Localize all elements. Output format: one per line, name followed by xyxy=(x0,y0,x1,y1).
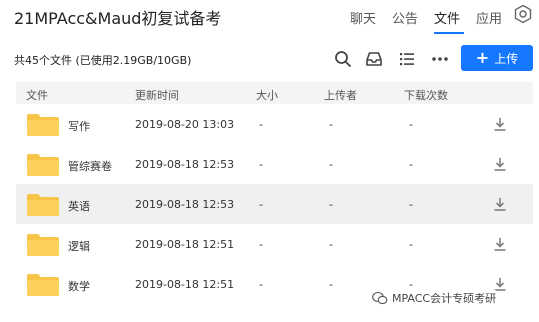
column-header-size[interactable]: 大小 xyxy=(256,87,278,103)
more-icon[interactable] xyxy=(430,49,450,69)
group-title: 21MPAcc&Maud初复试备考 xyxy=(14,9,222,28)
download-icon[interactable] xyxy=(492,196,508,212)
file-name[interactable]: 管综赛卷 xyxy=(68,158,112,174)
download-count: - xyxy=(409,238,413,251)
file-size: - xyxy=(259,118,263,131)
uploader: - xyxy=(329,198,333,211)
updated-time: 2019-08-18 12:51 xyxy=(135,278,235,291)
file-size: - xyxy=(259,238,263,251)
download-icon[interactable] xyxy=(492,116,508,132)
updated-time: 2019-08-18 12:51 xyxy=(135,238,235,251)
inbox-icon[interactable] xyxy=(364,49,384,69)
file-row[interactable]: 逻辑 2019-08-18 12:51 - - - xyxy=(16,224,533,264)
file-toolbar: 共45个文件 (已使用2.19GB/10GB) + 上传 xyxy=(0,44,539,74)
file-size: - xyxy=(259,158,263,171)
download-count: - xyxy=(409,158,413,171)
file-size: - xyxy=(259,198,263,211)
uploader: - xyxy=(329,238,333,251)
download-count: - xyxy=(409,118,413,131)
list-view-icon[interactable] xyxy=(397,49,417,69)
tab-announcement[interactable]: 公告 xyxy=(392,8,418,27)
column-header-downloads[interactable]: 下载次数 xyxy=(404,87,448,103)
search-icon[interactable] xyxy=(333,49,353,69)
watermark: MPACC会计专硕考研 xyxy=(372,290,497,306)
upload-button[interactable]: + 上传 xyxy=(461,45,533,71)
tab-files[interactable]: 文件 xyxy=(434,8,460,27)
download-icon[interactable] xyxy=(492,236,508,252)
uploader: - xyxy=(329,158,333,171)
wechat-icon xyxy=(372,291,388,305)
updated-time: 2019-08-20 13:03 xyxy=(135,118,235,131)
updated-time: 2019-08-18 12:53 xyxy=(135,198,235,211)
active-tab-indicator xyxy=(434,32,464,34)
download-icon[interactable] xyxy=(492,156,508,172)
watermark-text: MPACC会计专硕考研 xyxy=(392,292,497,305)
upload-label: 上传 xyxy=(494,51,519,66)
file-row[interactable]: 英语 2019-08-18 12:53 - - - xyxy=(16,184,533,224)
file-count-label: 共45个文件 (已使用2.19GB/10GB) xyxy=(14,54,192,67)
file-name[interactable]: 逻辑 xyxy=(68,238,90,254)
table-header: 文件 更新时间 大小 上传者 下载次数 xyxy=(16,82,533,104)
folder-icon xyxy=(27,234,59,256)
folder-icon xyxy=(27,274,59,296)
uploader: - xyxy=(329,118,333,131)
file-name[interactable]: 英语 xyxy=(68,198,90,214)
folder-icon xyxy=(27,154,59,176)
tab-apps[interactable]: 应用 xyxy=(476,8,502,27)
file-list: 写作 2019-08-20 13:03 - - - 管综赛卷 2019-08-1… xyxy=(16,104,533,304)
column-header-updated[interactable]: 更新时间 xyxy=(135,87,179,103)
uploader: - xyxy=(329,278,333,291)
file-row[interactable]: 管综赛卷 2019-08-18 12:53 - - - xyxy=(16,144,533,184)
tab-chat[interactable]: 聊天 xyxy=(350,8,376,27)
settings-hexagon-icon[interactable] xyxy=(513,4,533,24)
download-count: - xyxy=(409,198,413,211)
column-header-file[interactable]: 文件 xyxy=(26,87,48,103)
file-name[interactable]: 数学 xyxy=(68,278,90,294)
updated-time: 2019-08-18 12:53 xyxy=(135,158,235,171)
header-bar: 21MPAcc&Maud初复试备考 聊天 公告 文件 应用 xyxy=(0,0,539,34)
column-header-uploader[interactable]: 上传者 xyxy=(324,87,357,103)
folder-icon xyxy=(27,114,59,136)
folder-icon xyxy=(27,194,59,216)
file-row[interactable]: 写作 2019-08-20 13:03 - - - xyxy=(16,104,533,144)
file-name[interactable]: 写作 xyxy=(68,118,90,134)
plus-icon: + xyxy=(475,48,490,67)
file-size: - xyxy=(259,278,263,291)
